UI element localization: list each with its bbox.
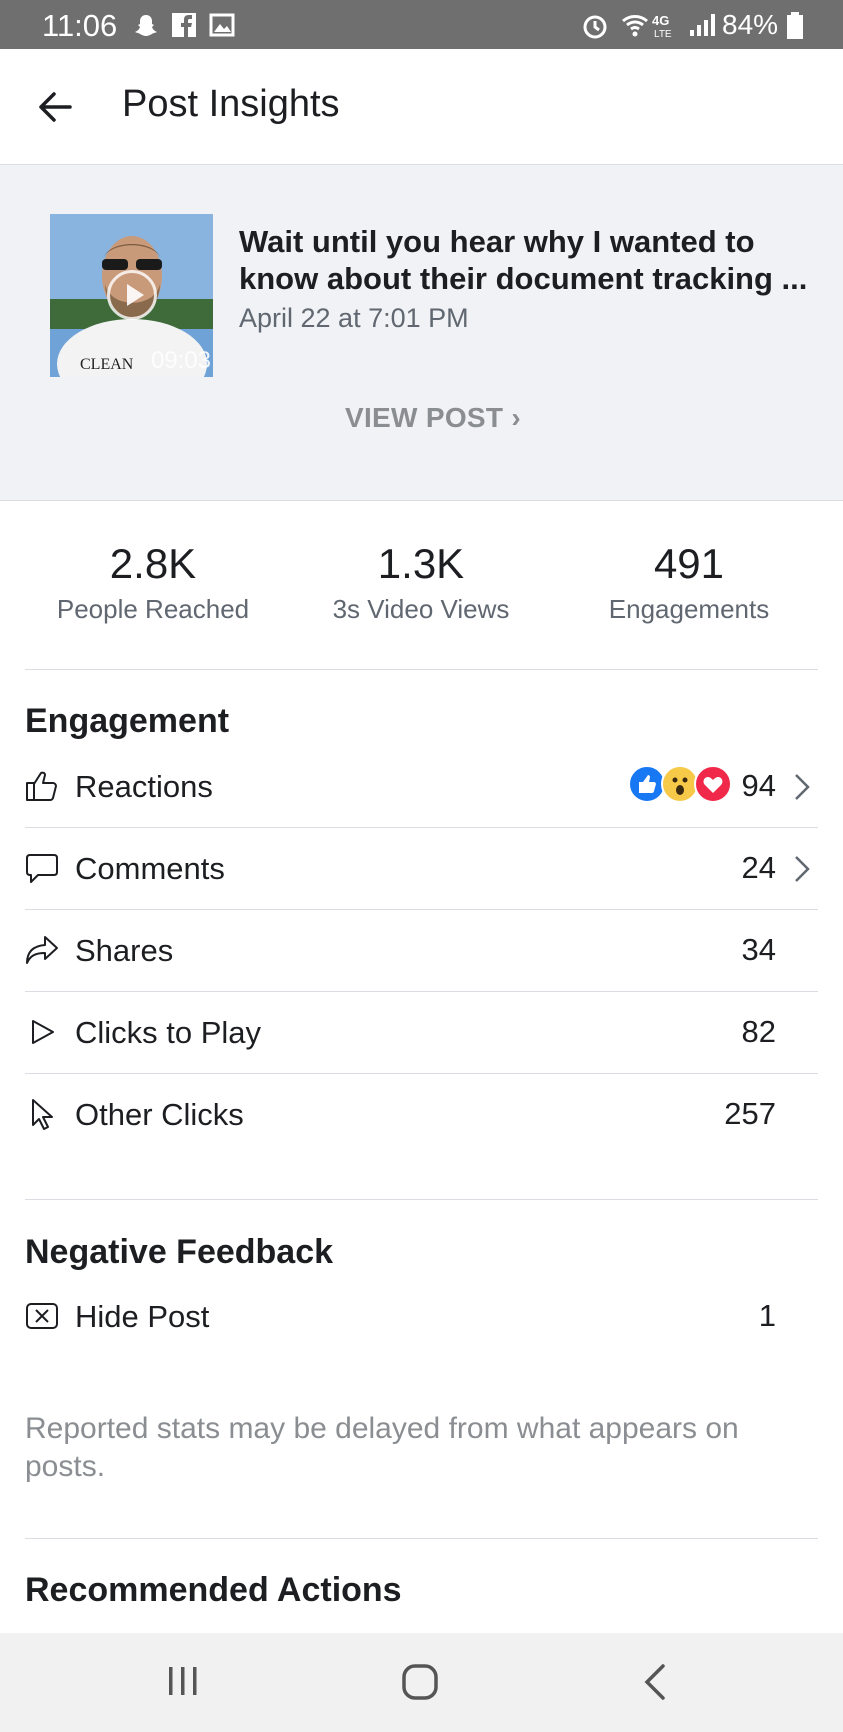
4g-lte-icon: 4G LTE [652, 13, 672, 38]
post-video-thumbnail[interactable]: CLEAN 09:03 [50, 214, 213, 377]
post-card: CLEAN 09:03 Wait until you hear why I wa… [0, 165, 843, 501]
signal-icon [690, 14, 715, 36]
engagement-row-other-clicks: Other Clicks 257 [25, 1074, 818, 1156]
cursor-icon [32, 1099, 53, 1130]
engagement-title: Engagement [25, 702, 230, 740]
image-icon [209, 13, 235, 37]
engagement-row-comments[interactable]: Comments 24 [25, 828, 818, 910]
stat-label: People Reached [56, 594, 250, 624]
stat-video-views: 1.3K 3s Video Views [291, 540, 551, 625]
stat-value: 491 [653, 540, 725, 587]
snapchat-icon [135, 15, 157, 36]
stat-value: 2.8K [109, 540, 197, 587]
hide-post-icon [26, 1303, 58, 1329]
love-reaction-icon [694, 765, 732, 803]
row-count: 94 [741, 768, 776, 803]
play-icon [32, 1020, 54, 1044]
recent-apps-icon[interactable] [166, 1663, 200, 1699]
page-title: Post Insights [122, 83, 340, 125]
svg-text:LTE: LTE [654, 29, 672, 38]
divider [25, 1538, 818, 1539]
stat-label: 3s Video Views [332, 594, 510, 624]
row-label: Reactions [75, 769, 213, 804]
battery-icon [787, 12, 803, 39]
play-icon [107, 270, 157, 320]
row-count: 1 [758, 1298, 776, 1333]
stat-value: 1.3K [377, 540, 465, 587]
facebook-icon [172, 13, 196, 37]
post-text: Wait until you hear why I wanted to know… [239, 224, 808, 296]
stat-label: Engagements [608, 594, 770, 624]
arrow-left-icon[interactable] [36, 87, 76, 127]
thumbs-up-icon [26, 771, 57, 801]
engagement-row-reactions[interactable]: Reactions 94 [25, 746, 818, 828]
negative-row-hide-post: Hide Post 1 [25, 1276, 818, 1358]
row-count: 24 [741, 850, 776, 885]
chevron-right-icon [795, 856, 810, 882]
engagement-row-shares: Shares 34 [25, 910, 818, 992]
engagement-row-clicks-to-play: Clicks to Play 82 [25, 992, 818, 1074]
comment-icon [26, 854, 58, 883]
row-label: Hide Post [75, 1299, 210, 1334]
reaction-icons [628, 765, 732, 803]
row-label: Comments [75, 851, 225, 886]
status-bar: 11:06 4G LTE 84% [0, 0, 843, 49]
app-bar: Post Insights [0, 49, 843, 165]
svg-text:4G: 4G [652, 13, 669, 28]
row-label: Clicks to Play [75, 1015, 262, 1050]
row-label: Shares [75, 933, 174, 968]
chevron-right-icon [795, 774, 810, 800]
stats-delay-note: Reported stats may be delayed from what … [25, 1412, 739, 1483]
negative-feedback-title: Negative Feedback [25, 1233, 334, 1271]
post-date: April 22 at 7:01 PM [239, 303, 469, 333]
svg-text:CLEAN: CLEAN [80, 356, 134, 373]
recommended-actions-title: Recommended Actions [25, 1571, 402, 1609]
battery-percent: 84% [722, 9, 779, 40]
divider [25, 669, 818, 670]
video-duration: 09:03 [150, 347, 211, 374]
alarm-icon [583, 15, 607, 39]
home-icon[interactable] [401, 1663, 439, 1701]
row-count: 257 [724, 1096, 776, 1131]
back-nav-icon[interactable] [641, 1663, 671, 1701]
view-post-button[interactable]: VIEW POST › [345, 402, 521, 434]
system-nav-bar [0, 1633, 843, 1732]
row-count: 34 [741, 932, 776, 967]
row-label: Other Clicks [75, 1097, 244, 1132]
stat-engagements: 491 Engagements [559, 540, 819, 625]
row-count: 82 [741, 1014, 776, 1049]
status-time: 11:06 [42, 8, 118, 43]
wifi-icon [622, 15, 648, 37]
share-icon [26, 936, 58, 964]
divider [25, 1199, 818, 1200]
stat-people-reached: 2.8K People Reached [23, 540, 283, 625]
